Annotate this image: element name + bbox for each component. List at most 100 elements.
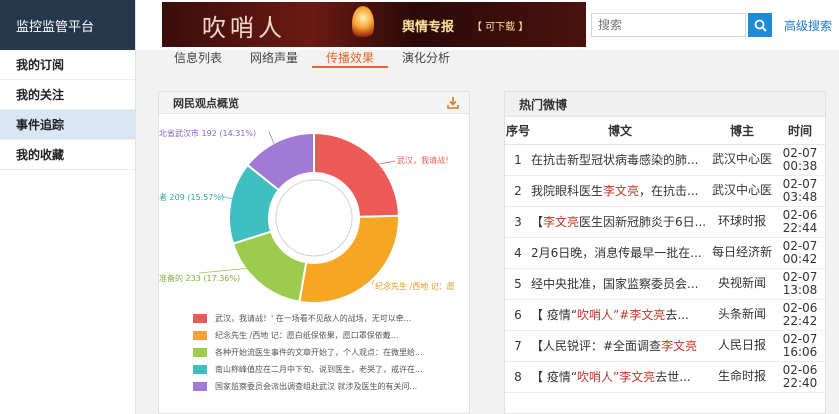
post-time: 02-07 00:38 bbox=[775, 144, 825, 176]
post-text-post: 去世... bbox=[655, 370, 691, 384]
post-author[interactable]: 每日经济新 bbox=[709, 237, 775, 269]
post-author[interactable]: 人民日报 bbox=[709, 330, 775, 362]
post-author[interactable]: 生命时报 bbox=[709, 361, 775, 393]
post-text-pre: 【人民锐评：#全面调查 bbox=[531, 339, 662, 353]
column-header-index: 序号 bbox=[505, 117, 531, 145]
sidebar-item-event-tracking[interactable]: 事件追踪 bbox=[0, 110, 135, 140]
column-header-post: 博文 bbox=[531, 117, 709, 145]
post-text-pre: 2月6日晚，消息传最早一批在... bbox=[531, 246, 702, 260]
opinion-panel-title: 网民观点概览 bbox=[173, 96, 239, 110]
hot-weibo-title: 热门微博 bbox=[505, 92, 825, 117]
post-text-post: 去... bbox=[665, 308, 689, 322]
row-index: 7 bbox=[505, 330, 531, 362]
post-text[interactable]: 2月6日晚，消息传最早一批在... bbox=[531, 237, 709, 269]
slice-label-orange: 纪念先生 /西地 记：愿 bbox=[375, 281, 455, 291]
post-text-highlight: 李文亮 bbox=[603, 184, 640, 198]
row-index: 5 bbox=[505, 268, 531, 300]
donut-slice[interactable] bbox=[231, 230, 308, 303]
post-date: 02-07 bbox=[782, 238, 818, 253]
table-row[interactable]: 6 【 疫情“吹哨人”#李文亮去... 头条新闻 02-06 22:42 bbox=[505, 299, 825, 331]
post-text[interactable]: 经中央批准，国家监察委员会... bbox=[531, 268, 709, 300]
post-date: 02-06 bbox=[782, 362, 818, 377]
post-date: 02-07 bbox=[782, 176, 818, 191]
row-index: 6 bbox=[505, 299, 531, 331]
opinion-donut-chart: 武汉，我请战！ 纪念先生 /西地 记：愿 准备的 233 (17.36%) 者 … bbox=[159, 128, 455, 304]
post-text[interactable]: 【 疫情“吹哨人”李文亮去世... bbox=[531, 361, 709, 393]
post-text-post: 医生因新冠肺炎于6日... bbox=[579, 215, 707, 229]
post-author[interactable]: 环球时报 bbox=[709, 206, 775, 238]
row-index: 8 bbox=[505, 361, 531, 393]
legend-item[interactable]: 南山称峰值应在二月中下旬、说到医生，老哭了，戒许在... bbox=[193, 361, 463, 378]
donut-inner-ring bbox=[275, 179, 353, 257]
post-date: 02-07 bbox=[782, 145, 818, 160]
download-icon[interactable] bbox=[447, 96, 459, 109]
post-text[interactable]: 【李文亮医生因新冠肺炎于6日... bbox=[531, 206, 709, 238]
table-row[interactable]: 3 【李文亮医生因新冠肺炎于6日... 环球时报 02-06 22:44 bbox=[505, 206, 825, 238]
slice-label-red: 武汉，我请战！ bbox=[397, 155, 453, 165]
legend-label: 纪念先生 /西地 记：愿白纸保依果，愿口罩保依戴... bbox=[215, 331, 399, 340]
post-date: 02-06 bbox=[782, 300, 818, 315]
table-row[interactable]: 5 经中央批准，国家监察委员会... 央视新闻 02-07 13:08 bbox=[505, 268, 825, 300]
legend-item[interactable]: 各种开始流医生事件的文章开始了，个人观点：在微里给... bbox=[193, 344, 463, 361]
legend-item[interactable]: 国家监察委员会派出调查组赴武汉 就涉及医生的有关问... bbox=[193, 378, 463, 395]
row-index: 4 bbox=[505, 237, 531, 269]
post-text[interactable]: 【 疫情“吹哨人”#李文亮去... bbox=[531, 299, 709, 331]
post-text[interactable]: 【人民锐评：#全面调查李文亮 bbox=[531, 330, 709, 362]
brand-title: 监控监管平台 bbox=[0, 0, 135, 50]
table-row[interactable]: 4 2月6日晚，消息传最早一批在... 每日经济新 02-07 00:42 bbox=[505, 237, 825, 269]
post-author[interactable]: 头条新闻 bbox=[709, 299, 775, 331]
post-text-highlight: 吹哨人”#李文亮 bbox=[577, 308, 666, 322]
post-clock: 00:42 bbox=[782, 251, 818, 266]
legend-label: 南山称峰值应在二月中下旬、说到医生，老哭了，戒许在... bbox=[215, 365, 423, 374]
table-row[interactable]: 7 【人民锐评：#全面调查李文亮 人民日报 02-07 16:06 bbox=[505, 330, 825, 362]
slice-label-teal: 者 209 (15.57%) bbox=[159, 193, 224, 202]
legend-label: 国家监察委员会派出调查组赴武汉 就涉及医生的有关问... bbox=[215, 382, 418, 391]
banner-tag: 舆情专报 bbox=[402, 20, 455, 35]
post-clock: 22:42 bbox=[782, 313, 818, 328]
banner[interactable]: 吹哨人 舆情专报 【 可下载 】 bbox=[162, 2, 586, 47]
post-clock: 22:40 bbox=[782, 375, 818, 390]
advanced-search-link[interactable]: 高级搜索 bbox=[784, 17, 832, 34]
post-text-pre: 【 疫情“ bbox=[531, 370, 578, 384]
sidebar-item-follows[interactable]: 我的关注 bbox=[0, 80, 135, 110]
sidebar-item-favorites[interactable]: 我的收藏 bbox=[0, 140, 135, 170]
tab-propagation[interactable]: 传播效果 bbox=[312, 50, 389, 68]
post-author[interactable]: 武汉中心医 bbox=[709, 144, 775, 176]
tab-evolution[interactable]: 演化分析 bbox=[388, 50, 464, 68]
search-button[interactable] bbox=[748, 13, 772, 37]
post-text-pre: 【 疫情“ bbox=[531, 308, 578, 322]
table-row[interactable]: 2 我院眼科医生李文亮，在抗击... 武汉中心医 02-07 03:48 bbox=[505, 175, 825, 207]
legend-item[interactable]: 武汉，我请战！' 在一场看不见敌人的战场，无可以牵... bbox=[193, 310, 463, 327]
post-date: 02-07 bbox=[782, 331, 818, 346]
candle-icon bbox=[352, 6, 374, 40]
post-date: 02-06 bbox=[782, 207, 818, 222]
banner-tag-sub: 【 可下载 】 bbox=[472, 22, 529, 33]
legend-item[interactable]: 纪念先生 /西地 记：愿白纸保依果，愿口罩保依戴... bbox=[193, 327, 463, 344]
tab-info-list[interactable]: 信息列表 bbox=[160, 50, 236, 68]
post-author[interactable]: 央视新闻 bbox=[709, 268, 775, 300]
tab-network-volume[interactable]: 网络声量 bbox=[236, 50, 312, 68]
post-text[interactable]: 我院眼科医生李文亮，在抗击... bbox=[531, 175, 709, 207]
post-time: 02-07 03:48 bbox=[775, 175, 825, 207]
opinion-panel: 网民观点概览 武汉，我请战！ 纪念先生 /西地 记：愿 准备的 233 (17.… bbox=[158, 91, 470, 414]
post-clock: 13:08 bbox=[782, 282, 818, 297]
slice-label-purple: 北省武汉市 192 (14.31%) bbox=[159, 128, 256, 138]
header: 吹哨人 舆情专报 【 可下载 】 高级搜索 bbox=[136, 0, 839, 50]
table-row[interactable]: 8 【 疫情“吹哨人”李文亮去世... 生命时报 02-06 22:40 bbox=[505, 361, 825, 393]
table-row[interactable]: 1 在抗击新型冠状病毒感染的肺... 武汉中心医 02-07 00:38 bbox=[505, 144, 825, 176]
post-text[interactable]: 在抗击新型冠状病毒感染的肺... bbox=[531, 144, 709, 176]
post-text-pre: 在抗击新型冠状病毒感染的肺... bbox=[531, 153, 699, 167]
post-author[interactable]: 武汉中心医 bbox=[709, 175, 775, 207]
post-text-pre: 我院眼科医生 bbox=[531, 184, 604, 198]
sidebar-item-subscriptions[interactable]: 我的订阅 bbox=[0, 50, 135, 80]
donut-slice[interactable] bbox=[313, 131, 400, 218]
post-time: 02-06 22:40 bbox=[775, 361, 825, 393]
row-index: 3 bbox=[505, 206, 531, 238]
post-clock: 03:48 bbox=[782, 189, 818, 204]
row-index: 2 bbox=[505, 175, 531, 207]
slice-label-green: 准备的 233 (17.36%) bbox=[159, 273, 240, 283]
tab-bar: 信息列表 网络声量 传播效果 演化分析 bbox=[160, 50, 464, 70]
post-time: 02-07 13:08 bbox=[775, 268, 825, 300]
legend-label: 各种开始流医生事件的文章开始了，个人观点：在微里给... bbox=[215, 348, 423, 357]
search-input[interactable] bbox=[591, 13, 746, 37]
